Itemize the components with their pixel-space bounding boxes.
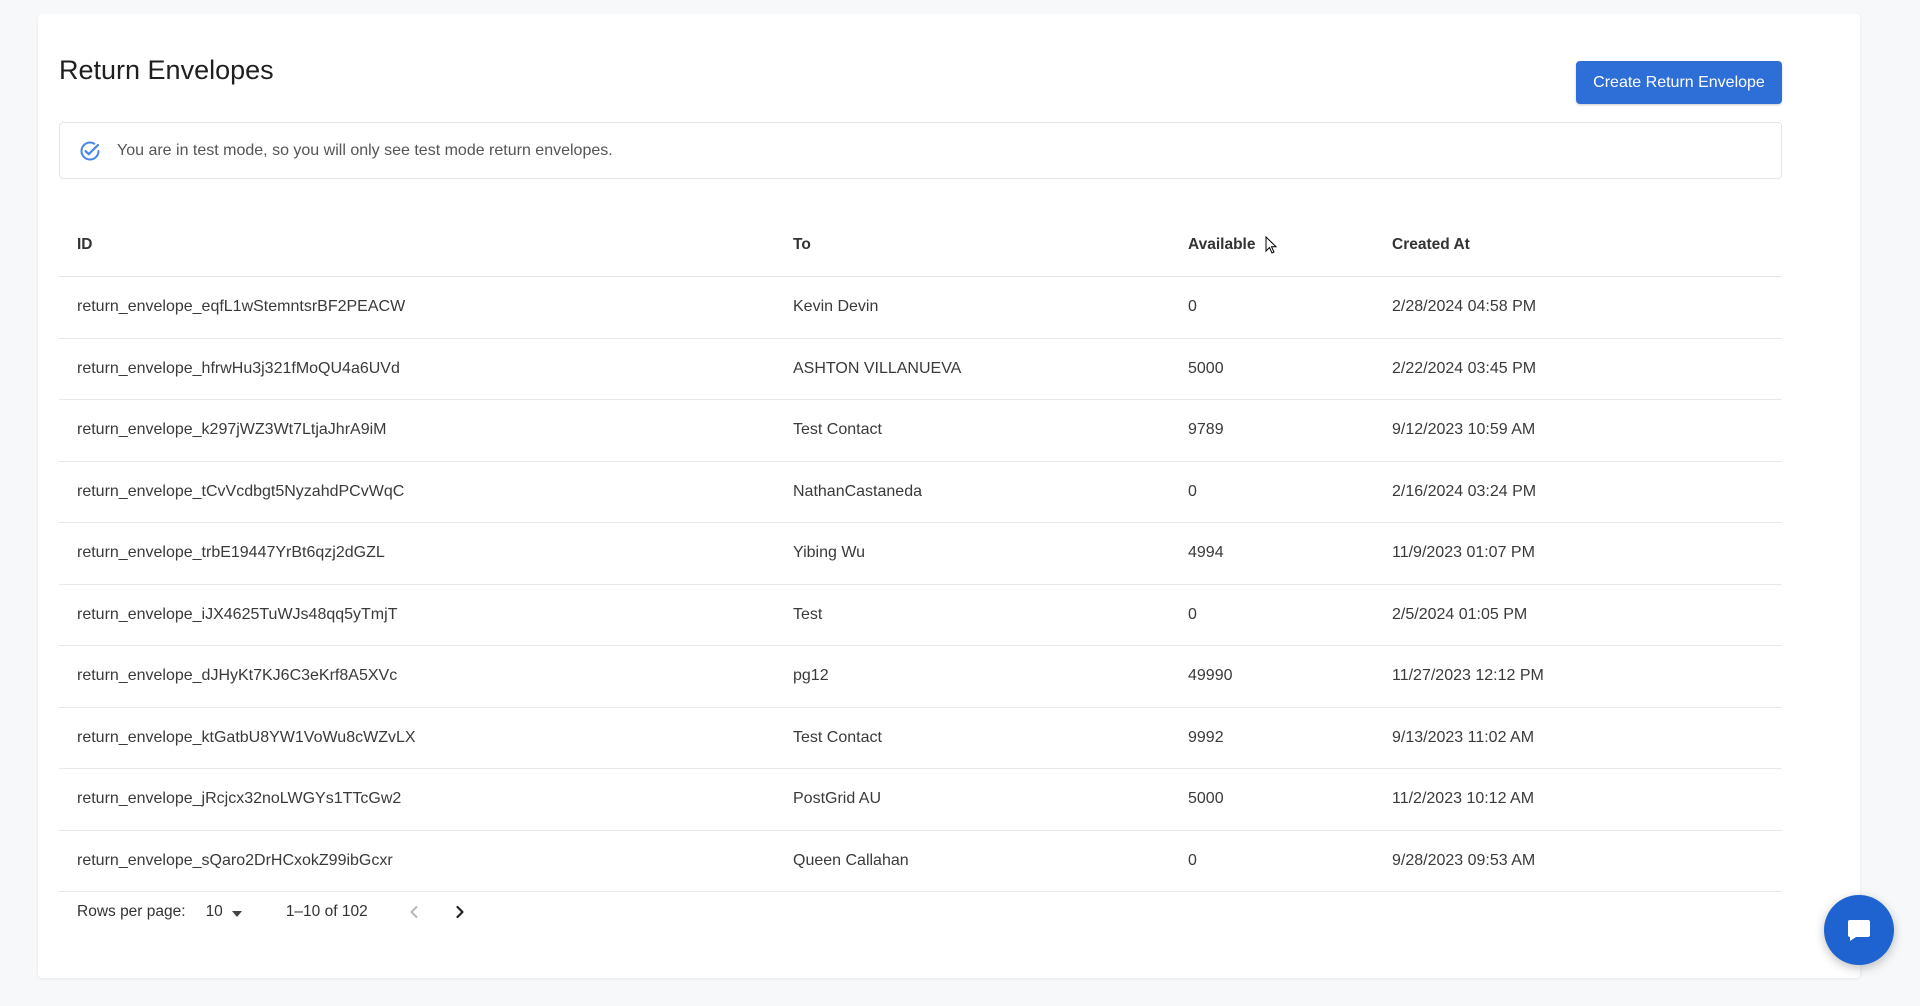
page-title: Return Envelopes (59, 55, 274, 85)
cell-available: 0 (1188, 482, 1197, 500)
chat-bubble-icon (1848, 920, 1870, 941)
cell-created-at: 9/13/2023 11:02 AM (1392, 728, 1535, 746)
table-header: ID To Available Created At (59, 214, 1782, 277)
cell-id: return_envelope_trbE19447YrBt6qzj2dGZL (77, 544, 385, 562)
caret-down-icon (231, 910, 242, 917)
cell-id: return_envelope_ktGatbU8YW1VoWu8cWZvLX (77, 728, 416, 746)
cell-available: 9992 (1188, 728, 1224, 746)
table-row[interactable]: return_envelope_trbE19447YrBt6qzj2dGZL Yi… (59, 523, 1782, 585)
chevron-left-icon (410, 906, 418, 918)
cell-available: 0 (1188, 605, 1197, 623)
cell-to: Yibing Wu (793, 544, 866, 562)
table-row[interactable]: return_envelope_iJX4625TuWJs48qq5yTmjT Te… (59, 585, 1782, 646)
table-row[interactable]: return_envelope_hfrwHu3j321fMoQU4a6UVd AS… (59, 339, 1782, 400)
cell-created-at: 9/12/2023 10:59 AM (1392, 421, 1536, 439)
cell-available: 4994 (1188, 544, 1224, 562)
cell-to: Test Contact (793, 421, 882, 439)
cell-to: Test (793, 605, 823, 623)
create-return-envelope-button[interactable]: Create Return Envelope (1576, 61, 1782, 104)
cell-created-at: 2/16/2024 03:24 PM (1392, 482, 1537, 500)
test-mode-notice: You are in test mode, so you will only s… (59, 122, 1782, 179)
cell-available: 0 (1188, 851, 1197, 869)
cell-id: return_envelope_jRcjcx32noLWGYs1TTcGw2 (77, 790, 402, 808)
cell-id: return_envelope_iJX4625TuWJs48qq5yTmjT (77, 605, 398, 623)
cell-to: NathanCastaneda (793, 482, 922, 500)
cell-created-at: 11/27/2023 12:12 PM (1392, 667, 1544, 685)
cell-created-at: 9/28/2023 09:53 AM (1392, 851, 1536, 869)
cell-to: pg12 (793, 667, 829, 685)
chat-button[interactable] (1824, 895, 1894, 965)
cell-to: PostGrid AU (793, 790, 882, 808)
table-row[interactable]: return_envelope_ktGatbU8YW1VoWu8cWZvLX Te… (59, 708, 1782, 769)
pagination: Rows per page: 10 1–10 of 102 (59, 895, 476, 929)
cell-id: return_envelope_k297jWZ3Wt7LtjaJhrA9iM (77, 421, 387, 439)
header-to[interactable]: To (793, 236, 1188, 254)
cell-id: return_envelope_eqfL1wStemntsrBF2PEACW (77, 298, 406, 316)
table-row[interactable]: return_envelope_eqfL1wStemntsrBF2PEACW Ke… (59, 277, 1782, 339)
cell-to: Test Contact (793, 728, 882, 746)
cell-to: ASHTON VILLANUEVA (793, 359, 962, 377)
cell-available: 49990 (1188, 667, 1233, 685)
notice-text: You are in test mode, so you will only s… (117, 141, 613, 159)
cell-available: 0 (1188, 298, 1197, 316)
table-row[interactable]: return_envelope_tCvVcdbgt5NyzahdPCvWqC Na… (59, 462, 1782, 523)
rows-per-page-select[interactable]: 10 (206, 903, 242, 921)
cell-created-at: 11/2/2023 10:12 AM (1392, 790, 1535, 808)
cell-id: return_envelope_sQaro2DrHCxokZ99ibGcxr (77, 851, 393, 869)
mouse-cursor-icon (1265, 236, 1277, 254)
cell-created-at: 11/9/2023 01:07 PM (1392, 544, 1535, 562)
cell-available: 9789 (1188, 421, 1224, 439)
pagination-range: 1–10 of 102 (285, 903, 368, 920)
cell-created-at: 2/22/2024 03:45 PM (1392, 359, 1537, 377)
cell-id: return_envelope_tCvVcdbgt5NyzahdPCvWqC (77, 482, 405, 500)
cell-created-at: 2/5/2024 01:05 PM (1392, 605, 1528, 623)
check-circle-icon (78, 139, 102, 163)
cell-created-at: 2/28/2024 04:58 PM (1392, 298, 1537, 316)
rows-per-page-label: Rows per page: (77, 903, 186, 920)
cell-id: return_envelope_hfrwHu3j321fMoQU4a6UVd (77, 359, 400, 377)
return-envelopes-table: ID To Available Created At return_envelo… (59, 214, 1782, 892)
table-row[interactable]: return_envelope_dJHyKt7KJ6C3eKrf8A5XVc pg… (59, 646, 1782, 708)
table-row[interactable]: return_envelope_k297jWZ3Wt7LtjaJhrA9iM Te… (59, 400, 1782, 462)
next-page-button[interactable] (444, 896, 476, 928)
previous-page-button[interactable] (398, 896, 430, 928)
cell-available: 5000 (1188, 790, 1224, 808)
cell-available: 5000 (1188, 359, 1224, 377)
header-id[interactable]: ID (59, 236, 793, 254)
table-row[interactable]: return_envelope_sQaro2DrHCxokZ99ibGcxr Qu… (59, 831, 1782, 892)
cell-to: Kevin Devin (793, 298, 879, 316)
cell-id: return_envelope_dJHyKt7KJ6C3eKrf8A5XVc (77, 667, 398, 685)
table-row[interactable]: return_envelope_jRcjcx32noLWGYs1TTcGw2 Po… (59, 769, 1782, 831)
table-body: return_envelope_eqfL1wStemntsrBF2PEACW Ke… (59, 277, 1782, 892)
header-created-at[interactable]: Created At (1392, 236, 1782, 254)
cell-to: Queen Callahan (793, 851, 909, 869)
rows-per-page-value: 10 (205, 903, 223, 920)
chevron-right-icon (456, 905, 464, 919)
header-available[interactable]: Available (1188, 236, 1392, 254)
